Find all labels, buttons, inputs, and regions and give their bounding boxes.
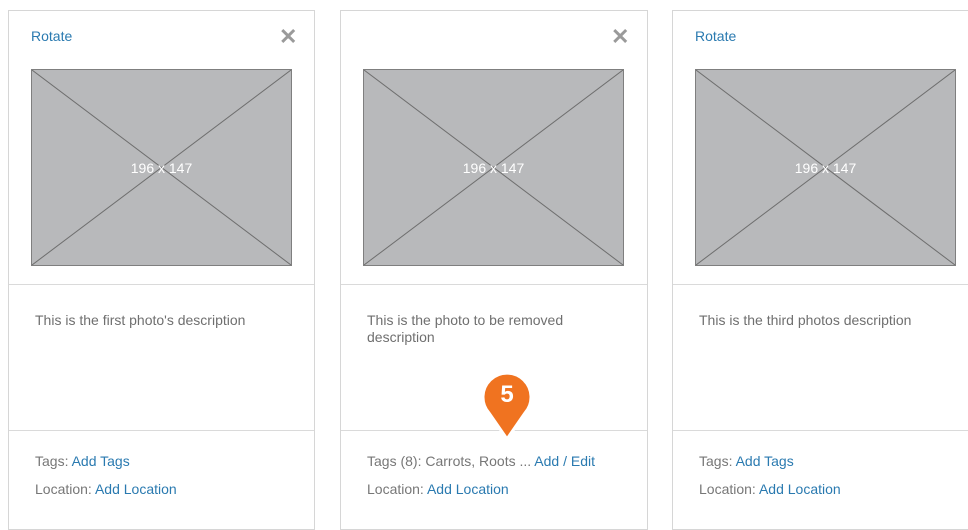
- add-tags-link[interactable]: Add Tags: [736, 453, 794, 469]
- add-tags-link[interactable]: Add Tags: [72, 453, 130, 469]
- tags-row: Tags: Add Tags: [699, 453, 794, 469]
- divider: [9, 430, 314, 431]
- photo-placeholder: 196 x 147: [363, 69, 624, 266]
- close-icon[interactable]: ✕: [611, 26, 629, 48]
- photo-card-1: Rotate ✕ 196 x 147 This is the first pho…: [8, 10, 315, 530]
- add-location-link[interactable]: Add Location: [95, 481, 177, 497]
- photo-dimensions: 196 x 147: [130, 160, 193, 176]
- edit-tags-link[interactable]: Add / Edit: [534, 453, 595, 469]
- photo-placeholder: 196 x 147: [31, 69, 292, 266]
- location-label: Location:: [367, 481, 424, 497]
- annotation-marker-icon: 5: [481, 369, 533, 441]
- location-label: Location:: [35, 481, 92, 497]
- photo-dimensions: 196 x 147: [462, 160, 525, 176]
- rotate-link[interactable]: Rotate: [31, 28, 72, 44]
- tags-label: Tags (8): Carrots, Roots ...: [367, 453, 532, 469]
- photo-description: This is the first photo's description: [35, 312, 246, 328]
- add-location-link[interactable]: Add Location: [427, 481, 509, 497]
- location-label: Location:: [699, 481, 756, 497]
- photo-card-3: Rotate 196 x 147 This is the third photo…: [672, 10, 968, 530]
- divider: [673, 284, 968, 285]
- divider: [673, 430, 968, 431]
- divider: [341, 284, 647, 285]
- location-row: Location: Add Location: [367, 481, 509, 497]
- tags-row: Tags (8): Carrots, Roots ... Add / Edit: [367, 453, 595, 469]
- tags-row: Tags: Add Tags: [35, 453, 130, 469]
- divider: [9, 284, 314, 285]
- add-location-link[interactable]: Add Location: [759, 481, 841, 497]
- photo-card-2: ✕ 196 x 147 This is the photo to be remo…: [340, 10, 648, 530]
- tags-label: Tags:: [35, 453, 69, 469]
- close-icon[interactable]: ✕: [279, 26, 297, 48]
- tags-label: Tags:: [699, 453, 733, 469]
- location-row: Location: Add Location: [699, 481, 841, 497]
- photo-dimensions: 196 x 147: [794, 160, 857, 176]
- photo-description: This is the photo to be removed descript…: [367, 312, 564, 345]
- rotate-link[interactable]: Rotate: [695, 28, 736, 44]
- photo-placeholder: 196 x 147: [695, 69, 956, 266]
- location-row: Location: Add Location: [35, 481, 177, 497]
- marker-number: 5: [500, 381, 514, 408]
- photo-description: This is the third photos description: [699, 312, 912, 328]
